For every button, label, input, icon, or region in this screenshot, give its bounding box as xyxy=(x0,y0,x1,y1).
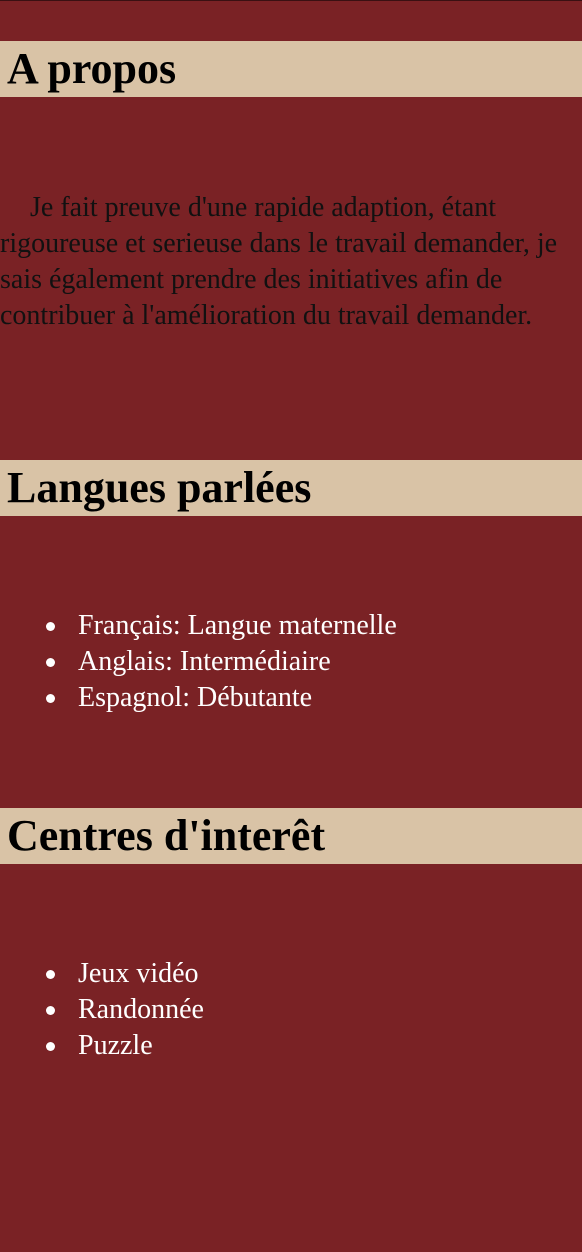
language-item-label: Français: Langue maternelle xyxy=(78,610,397,641)
languages-section-header: Langues parlées xyxy=(0,460,582,516)
top-border-line xyxy=(0,0,582,1)
interest-item-label: Jeux vidéo xyxy=(78,958,199,989)
bullet-icon xyxy=(46,1042,55,1051)
language-item-english: Anglais: Intermédiaire xyxy=(0,644,397,680)
interest-item-hiking: Randonnée xyxy=(0,992,204,1028)
bullet-icon xyxy=(46,694,55,703)
language-item-label: Espagnol: Débutante xyxy=(78,682,313,713)
bullet-icon xyxy=(46,658,55,667)
interests-heading: Centres d'interêt xyxy=(7,811,326,860)
interest-item-label: Randonnée xyxy=(78,994,204,1025)
about-paragraph: Je fait preuve d'une rapide adaption, ét… xyxy=(0,192,558,331)
interest-item-puzzle: Puzzle xyxy=(0,1028,204,1064)
bullet-icon xyxy=(46,622,55,631)
about-heading: A propos xyxy=(7,44,177,93)
interests-list: Jeux vidéo Randonnée Puzzle xyxy=(0,956,204,1064)
languages-heading: Langues parlées xyxy=(7,463,312,512)
language-item-french: Français: Langue maternelle xyxy=(0,608,397,644)
bullet-icon xyxy=(46,1006,55,1015)
language-item-label: Anglais: Intermédiaire xyxy=(78,646,331,677)
interest-item-video-games: Jeux vidéo xyxy=(0,956,204,992)
interests-section-header: Centres d'interêt xyxy=(0,808,582,864)
interest-item-label: Puzzle xyxy=(78,1030,153,1061)
languages-list: Français: Langue maternelle Anglais: Int… xyxy=(0,608,397,716)
bullet-icon xyxy=(46,970,55,979)
language-item-spanish: Espagnol: Débutante xyxy=(0,680,397,716)
about-section-header: A propos xyxy=(0,41,582,97)
